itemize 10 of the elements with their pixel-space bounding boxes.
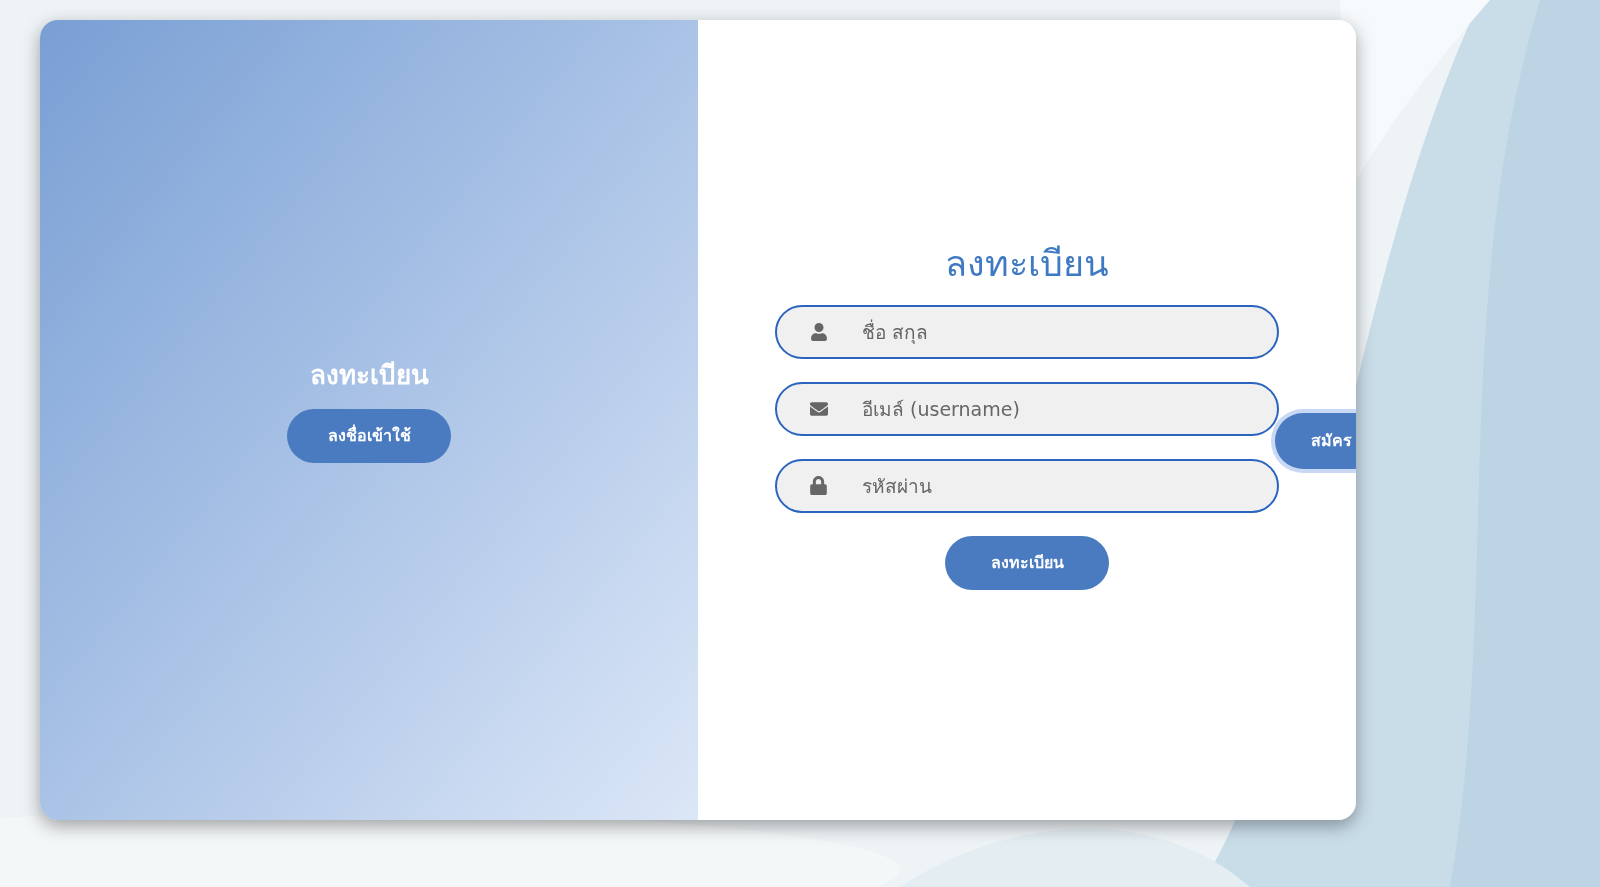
form-title: ลงทะเบียน	[945, 241, 1109, 286]
input-field[interactable]: รหัสผ่าน	[775, 458, 1279, 513]
panel-title: ลงทะเบียน	[309, 358, 429, 392]
input-field[interactable]: ชื่อ สกุล	[775, 304, 1279, 359]
input-field[interactable]: อีเมล์ (username)	[775, 381, 1279, 436]
user-icon	[809, 322, 828, 341]
register-button[interactable]: ลงทะเบียน	[945, 535, 1109, 590]
lock-icon	[810, 476, 827, 495]
envelope-icon	[808, 399, 829, 418]
login-button[interactable]: ลงชื่อเข้าใช้	[287, 408, 451, 463]
